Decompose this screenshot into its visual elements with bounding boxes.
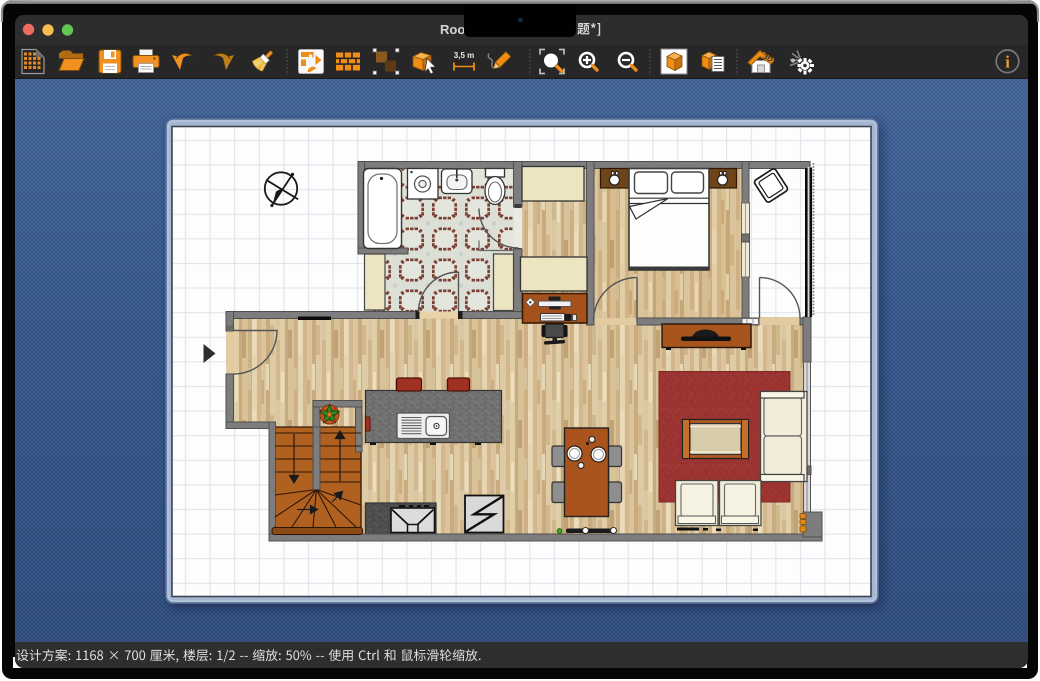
svg-text:i: i: [1005, 52, 1010, 71]
svg-text:3,5 m: 3,5 m: [454, 51, 474, 60]
